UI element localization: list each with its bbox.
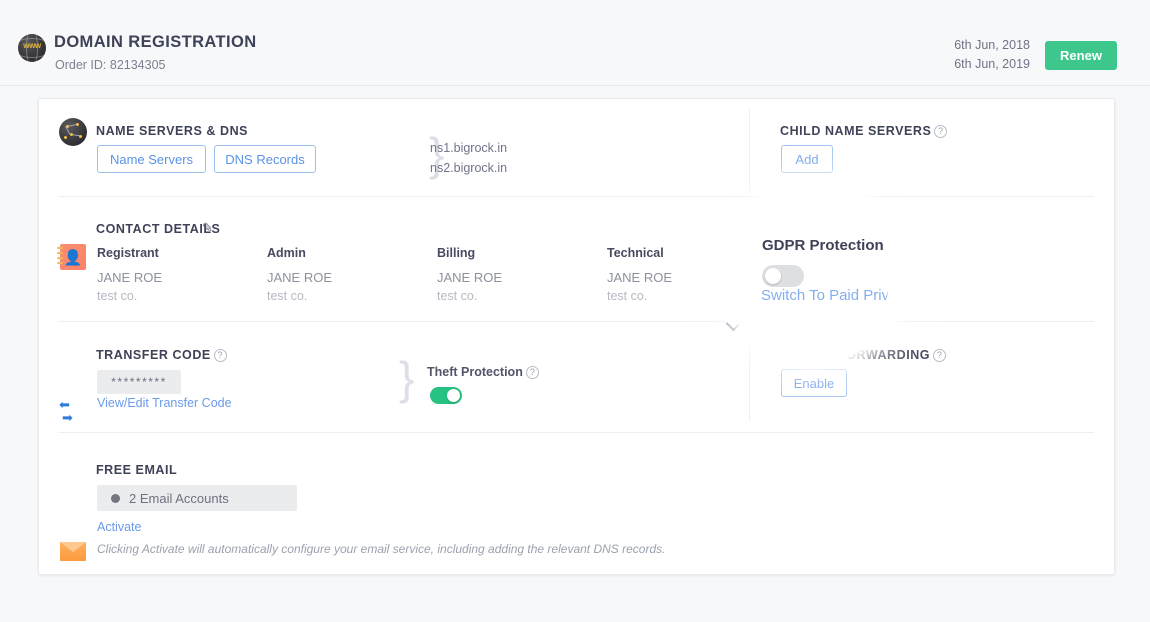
transfer-code-label: TRANSFER CODE — [96, 348, 211, 362]
globe-www-icon: www — [18, 34, 46, 62]
question-mark-icon[interactable]: ? — [934, 125, 948, 138]
row-divider-2 — [59, 321, 1094, 322]
contact-col-name-technical: JANE ROE — [607, 270, 673, 285]
question-mark-icon[interactable]: ? — [933, 349, 947, 362]
gdpr-magnified-title-text: GDPR Protection ( — [762, 237, 891, 254]
contact-col-heading-billing: Billing — [437, 246, 476, 260]
bullet-icon — [111, 493, 120, 503]
theft-protection-text: Theft Protection — [427, 365, 523, 379]
child-name-servers-title: CHILD NAME SERVERS? — [780, 124, 948, 138]
enable-domain-forwarding-button[interactable]: Enable — [781, 369, 847, 397]
order-id-label: Order ID: 82134305 — [55, 58, 166, 72]
contact-col-company-technical: test co. — [607, 289, 648, 303]
contact-col-heading-admin: Admin — [267, 246, 306, 260]
row-divider-3 — [59, 432, 1094, 433]
question-mark-icon[interactable]: ? — [525, 366, 539, 379]
nameserver-2: ns2.bigrock.in — [430, 161, 508, 175]
email-accounts-chip: 2 Email Accounts — [97, 485, 297, 511]
registration-dates: 6th Jun, 2018 6th Jun, 2019 — [954, 36, 1030, 74]
address-book-icon: 👤 — [57, 244, 86, 270]
page-header: www DOMAIN REGISTRATION Order ID: 821343… — [0, 0, 1150, 86]
contact-col-company-billing: test co. — [437, 289, 478, 303]
nameserver-1: ns1.bigrock.in — [430, 141, 508, 155]
gdpr-protection-toggle[interactable] — [762, 265, 804, 287]
contact-col-name-admin: JANE ROE — [267, 270, 333, 285]
page-title: DOMAIN REGISTRATION — [54, 33, 257, 51]
email-accounts-label: 2 Email Accounts — [129, 490, 229, 506]
free-email-title: FREE EMAIL — [96, 463, 178, 477]
free-email-note: Clicking Activate will automatically con… — [97, 542, 666, 556]
name-servers-button[interactable]: Name Servers — [97, 145, 206, 173]
network-globe-icon — [59, 118, 87, 146]
brace-separator-theft: } — [399, 352, 415, 404]
dns-records-button[interactable]: DNS Records — [214, 145, 316, 173]
name-servers-title: NAME SERVERS & DNS — [96, 124, 249, 138]
page-root: www DOMAIN REGISTRATION Order ID: 821343… — [0, 0, 1150, 622]
contact-col-name-billing: JANE ROE — [437, 270, 503, 285]
domain-details-card: NAME SERVERS & DNS Name Servers DNS Reco… — [38, 98, 1115, 575]
transfer-code-masked-value: ********* — [97, 370, 181, 394]
switch-to-paid-privacy-link[interactable]: Switch To Paid Priv — [761, 287, 889, 304]
gdpr-magnifier-overlay: GDPR Protection (ee) Switch To Paid Priv — [735, 197, 891, 353]
transfer-code-title: TRANSFER CODE? — [96, 348, 227, 362]
col-divider-transfer — [749, 333, 750, 421]
transfer-arrows-icon: ⬅ ➡ — [59, 397, 73, 425]
envelope-icon — [60, 542, 86, 561]
renew-button[interactable]: Renew — [1045, 41, 1117, 70]
contact-col-heading-technical: Technical — [607, 246, 664, 260]
date-start: 6th Jun, 2018 — [954, 38, 1030, 52]
date-end: 6th Jun, 2019 — [954, 57, 1030, 71]
col-divider-ns — [749, 109, 750, 194]
theft-protection-label: Theft Protection? — [427, 365, 539, 379]
chevron-down-icon[interactable] — [725, 315, 742, 332]
row-divider-1 — [59, 196, 1094, 197]
activate-email-link[interactable]: Activate — [97, 520, 141, 534]
contact-col-company-registrant: test co. — [97, 289, 138, 303]
add-child-name-server-button[interactable]: Add — [781, 145, 833, 173]
view-edit-transfer-code-link[interactable]: View/Edit Transfer Code — [97, 396, 232, 410]
contact-col-company-admin: test co. — [267, 289, 308, 303]
contact-col-name-registrant: JANE ROE — [97, 270, 163, 285]
gdpr-magnified-title: GDPR Protection (ee) — [762, 237, 891, 254]
pencil-icon[interactable]: ✎ — [202, 220, 213, 236]
theft-protection-toggle[interactable] — [430, 387, 462, 404]
child-name-servers-label: CHILD NAME SERVERS — [780, 124, 932, 138]
question-mark-icon[interactable]: ? — [213, 349, 227, 362]
contact-col-heading-registrant: Registrant — [97, 246, 159, 260]
